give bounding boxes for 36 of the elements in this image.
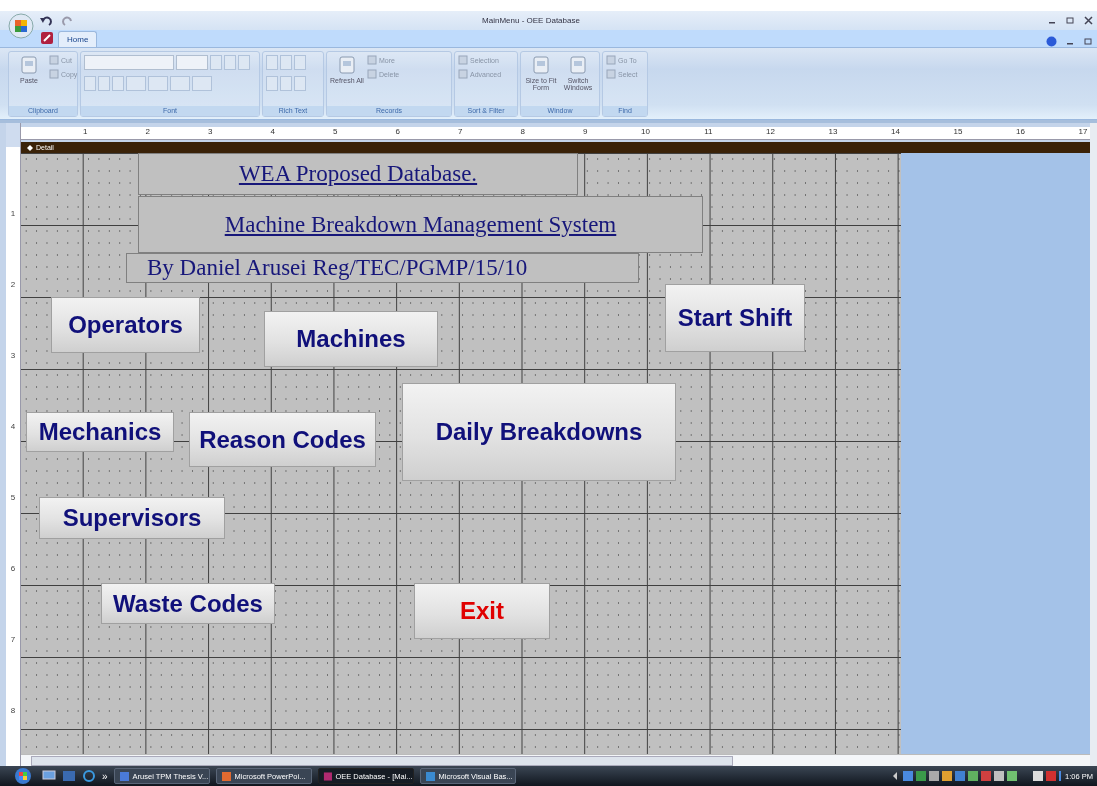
app-icon <box>220 770 232 782</box>
horizontal-ruler: 1 2 3 4 5 6 7 8 9 10 11 12 13 14 15 16 17 <box>21 127 1090 140</box>
window-icon[interactable] <box>62 770 76 782</box>
form-label: By Daniel Arusei Reg/TEC/PGMP/15/10 <box>126 253 639 283</box>
diamond-icon <box>27 144 33 151</box>
app-icon <box>322 770 333 782</box>
desktop-icon[interactable] <box>42 770 56 782</box>
window-title: MainMenu - OEE Database <box>482 16 580 25</box>
form-label: Machine Breakdown Management System <box>138 196 703 253</box>
command-button[interactable]: Exit <box>414 583 550 639</box>
more-button[interactable]: » <box>102 770 108 782</box>
vertical-ruler: 1 2 3 4 5 6 7 8 <box>6 123 21 766</box>
vertical-scrollbar[interactable] <box>1090 123 1097 766</box>
app-icon <box>118 770 130 782</box>
redo-icon[interactable] <box>60 14 74 27</box>
command-button[interactable]: Reason Codes <box>189 412 376 467</box>
restore-icon[interactable] <box>1066 16 1075 25</box>
form-label: WEA Proposed Database. <box>138 153 578 195</box>
command-button[interactable]: Start Shift <box>665 284 805 352</box>
restore-icon[interactable] <box>1084 37 1093 46</box>
close-icon[interactable] <box>1084 16 1093 25</box>
command-button[interactable]: Machines <box>264 311 438 367</box>
horizontal-scrollbar[interactable] <box>21 754 1090 766</box>
command-button[interactable]: Mechanics <box>26 412 174 452</box>
command-button[interactable]: Supervisors <box>39 497 225 539</box>
app-icon <box>424 770 436 782</box>
ribbon-tab[interactable]: Home <box>58 31 98 47</box>
undo-icon[interactable] <box>40 14 54 27</box>
command-button[interactable]: Waste Codes <box>101 583 275 624</box>
font-dropdown[interactable] <box>84 55 174 70</box>
command-button[interactable]: Daily Breakdowns <box>402 383 676 481</box>
size-dropdown[interactable] <box>176 55 208 70</box>
tray-icons-drawing[interactable] <box>891 770 1062 782</box>
browser-icon[interactable] <box>82 769 96 783</box>
command-button[interactable]: Operators <box>51 297 200 353</box>
help-icon[interactable] <box>1046 36 1057 47</box>
